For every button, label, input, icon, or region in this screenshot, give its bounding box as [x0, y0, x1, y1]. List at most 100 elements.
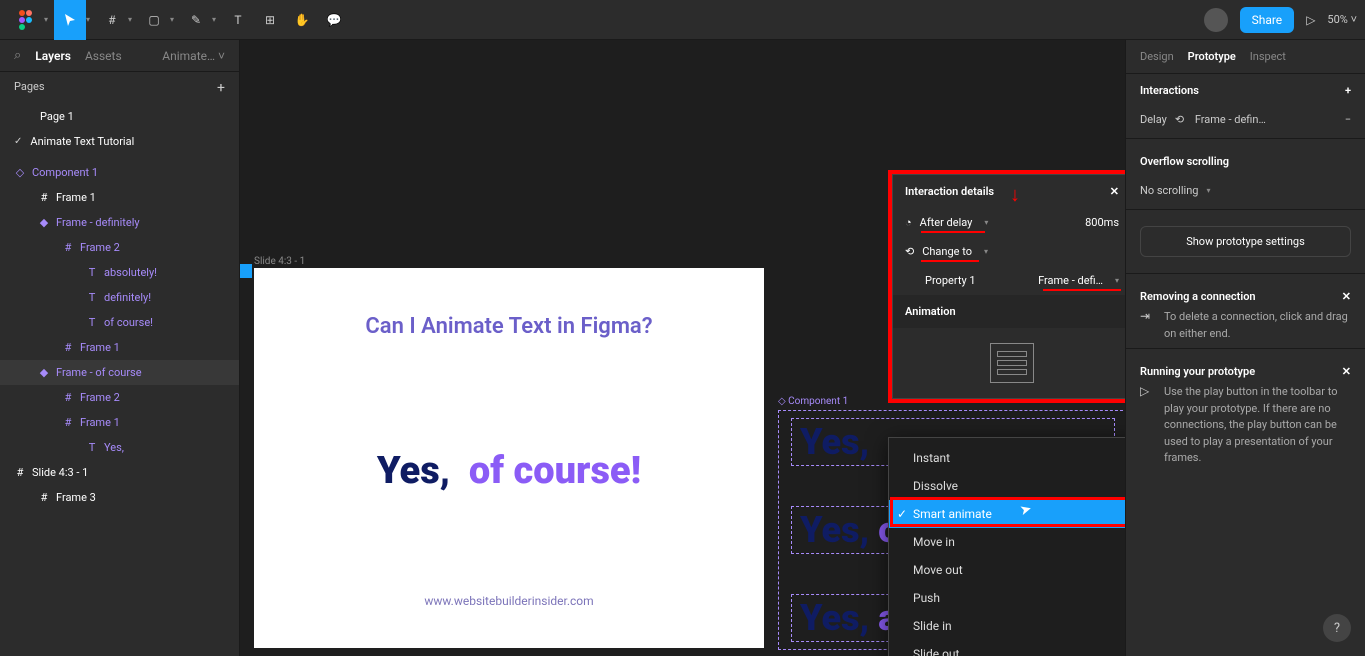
move-tool-chevron-icon[interactable]: ▾: [86, 15, 96, 24]
action-dropdown[interactable]: ⟲ Change to▾: [893, 237, 1125, 266]
text-tool-icon[interactable]: T: [222, 0, 254, 40]
layer-item[interactable]: Tdefinitely!: [0, 285, 239, 310]
layer-item[interactable]: # Frame 1: [0, 185, 239, 210]
component-label[interactable]: ◇ Component 1: [778, 396, 848, 407]
add-interaction-icon[interactable]: +: [1345, 84, 1351, 97]
swap-icon: ⟲: [1175, 113, 1187, 126]
layer-type-icon: T: [86, 291, 98, 304]
top-toolbar: ▾ ▾ # ▾ ▢ ▾ ✎ ▾ T ⊞ ✋ 💬 Share ▷ 50% ˅: [0, 0, 1365, 40]
overflow-title: Overflow scrolling: [1140, 155, 1229, 168]
comment-tool-icon[interactable]: 💬: [318, 0, 350, 40]
layer-item[interactable]: #Slide 4:3 - 1: [0, 460, 239, 485]
design-tab[interactable]: Design: [1140, 50, 1174, 63]
pages-title: Pages: [14, 80, 45, 96]
animation-option[interactable]: Slide in: [889, 612, 1125, 640]
layer-item[interactable]: # Frame 2: [0, 235, 239, 260]
selection-handle[interactable]: [240, 264, 252, 278]
layer-name: Frame 3: [56, 491, 96, 504]
layer-name: Frame 1: [80, 341, 120, 354]
assets-tab[interactable]: Assets: [85, 49, 122, 63]
slide-url: www.websitebuilderinsider.com: [424, 594, 593, 608]
animation-option[interactable]: Instant: [889, 444, 1125, 472]
layer-name: Frame 1: [56, 191, 96, 204]
property-dropdown[interactable]: Property 1 Frame - defi…▾: [893, 266, 1125, 295]
layer-type-icon: #: [62, 241, 74, 254]
layer-item[interactable]: ◆Frame - definitely: [0, 210, 239, 235]
add-page-button-icon[interactable]: +: [217, 80, 225, 96]
page-item[interactable]: Page 1: [0, 104, 239, 129]
layer-name: Frame 2: [80, 391, 120, 404]
animation-type-dropdown: InstantDissolveSmart animateMove inMove …: [888, 437, 1125, 656]
animation-option[interactable]: Move out: [889, 556, 1125, 584]
animation-option[interactable]: Slide out: [889, 640, 1125, 656]
layer-item[interactable]: Tof course!: [0, 310, 239, 335]
annotation-arrow-icon: ↓: [1010, 182, 1020, 207]
layer-item[interactable]: # Frame 1: [0, 335, 239, 360]
search-icon[interactable]: ⌕: [14, 48, 21, 63]
layer-item[interactable]: #Frame 2: [0, 385, 239, 410]
layer-item[interactable]: Tabsolutely!: [0, 260, 239, 285]
frame-tool-chevron-icon[interactable]: ▾: [128, 15, 138, 24]
left-panel: ⌕ Layers Assets Animate… ˅ Pages + Page …: [0, 40, 240, 656]
layer-item[interactable]: # Frame 1: [0, 410, 239, 435]
figma-menu-chevron-icon[interactable]: ▾: [44, 15, 54, 24]
running-prototype-text: Use the play button in the toolbar to pl…: [1164, 384, 1351, 467]
close-icon[interactable]: ✕: [1110, 185, 1119, 198]
layer-type-icon: #: [38, 191, 50, 204]
remove-interaction-icon[interactable]: −: [1345, 113, 1351, 126]
animation-option[interactable]: Smart animate: [889, 500, 1125, 528]
trigger-dropdown[interactable]: ◔ After delay▾ 800ms: [893, 208, 1125, 237]
zoom-dropdown[interactable]: 50% ˅: [1327, 13, 1357, 26]
close-info-icon[interactable]: ✕: [1342, 290, 1351, 303]
prototype-tab[interactable]: Prototype: [1188, 50, 1236, 63]
layer-type-icon: #: [62, 416, 74, 429]
overflow-dropdown[interactable]: No scrolling▾: [1126, 178, 1365, 203]
layers-tab[interactable]: Layers: [35, 49, 71, 63]
move-tool-icon[interactable]: [54, 0, 86, 40]
canvas[interactable]: Slide 4:3 - 1 Can I Animate Text in Figm…: [240, 40, 1125, 656]
layer-name: Component 1: [32, 166, 98, 179]
show-prototype-settings-button[interactable]: Show prototype settings: [1140, 226, 1351, 257]
play-icon: ▷: [1140, 384, 1154, 467]
hand-tool-icon[interactable]: ✋: [286, 0, 318, 40]
animation-option[interactable]: Push: [889, 584, 1125, 612]
layer-name: Frame 1: [80, 416, 120, 429]
pen-tool-chevron-icon[interactable]: ▾: [212, 15, 222, 24]
file-menu-dropdown[interactable]: Animate… ˅: [162, 49, 225, 63]
interaction-row[interactable]: Delay ⟲ Frame - defin… −: [1126, 107, 1365, 132]
user-avatar[interactable]: [1204, 8, 1228, 32]
shape-tool-icon[interactable]: ▢: [138, 0, 170, 40]
layer-type-icon: #: [38, 491, 50, 504]
interactions-title: Interactions: [1140, 84, 1199, 97]
frame-label[interactable]: Slide 4:3 - 1: [254, 256, 305, 267]
layer-name: absolutely!: [104, 266, 157, 279]
animation-option[interactable]: Move in: [889, 528, 1125, 556]
layer-item[interactable]: # Frame 3: [0, 485, 239, 510]
interaction-popup-highlight: Interaction details ✕ ◔ After delay▾ 800…: [888, 170, 1125, 403]
page-item[interactable]: Animate Text Tutorial: [0, 129, 239, 154]
layer-name: Yes,: [104, 441, 124, 454]
clock-icon: ◔: [905, 216, 912, 229]
layer-name: Frame 2: [80, 241, 120, 254]
animation-option[interactable]: Dissolve: [889, 472, 1125, 500]
figma-menu-icon[interactable]: [8, 0, 44, 40]
frame-tool-icon[interactable]: #: [96, 0, 128, 40]
layer-item[interactable]: ◆Frame - of course: [0, 360, 239, 385]
resources-tool-icon[interactable]: ⊞: [254, 0, 286, 40]
layer-type-icon: T: [86, 266, 98, 279]
slide-frame[interactable]: Can I Animate Text in Figma? Yes, of cou…: [254, 268, 764, 648]
layer-item[interactable]: ◇Component 1: [0, 160, 239, 185]
pen-tool-icon[interactable]: ✎: [180, 0, 212, 40]
layer-name: of course!: [104, 316, 153, 329]
close-info-icon[interactable]: ✕: [1342, 365, 1351, 378]
layer-type-icon: T: [86, 441, 98, 454]
help-button-icon[interactable]: ?: [1323, 614, 1351, 642]
layer-item[interactable]: T Yes,: [0, 435, 239, 460]
swap-icon: ⟲: [905, 245, 914, 258]
inspect-tab[interactable]: Inspect: [1250, 50, 1286, 63]
layer-type-icon: #: [62, 341, 74, 354]
share-button[interactable]: Share: [1240, 7, 1295, 33]
shape-tool-chevron-icon[interactable]: ▾: [170, 15, 180, 24]
layer-name: Slide 4:3 - 1: [32, 466, 88, 479]
present-button-icon[interactable]: ▷: [1306, 13, 1315, 27]
